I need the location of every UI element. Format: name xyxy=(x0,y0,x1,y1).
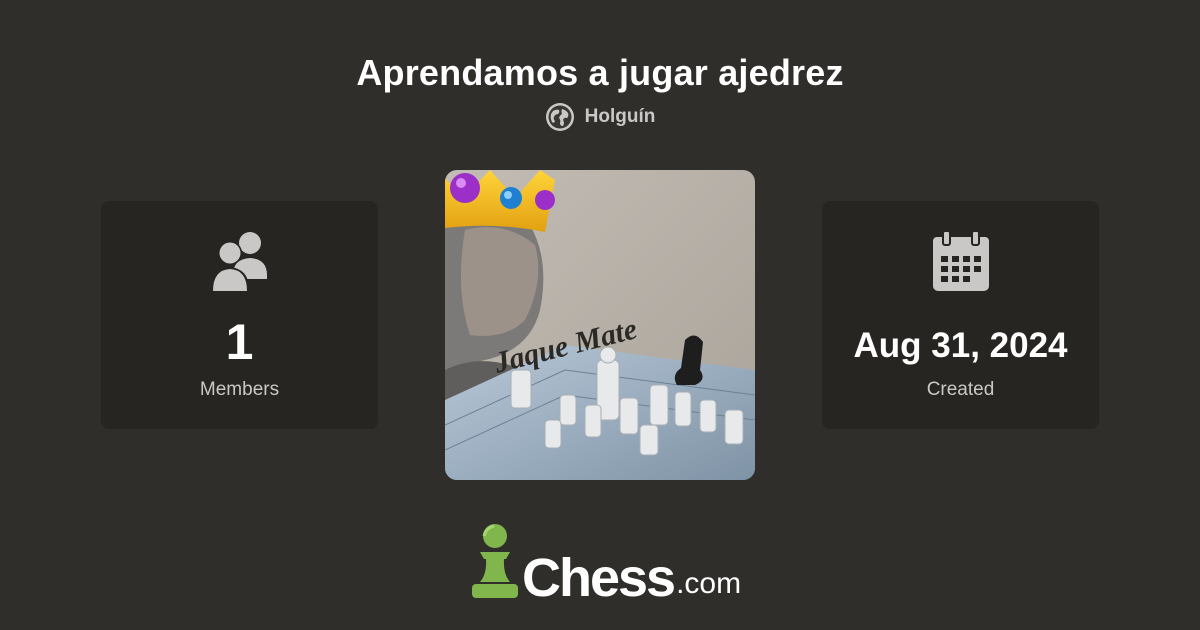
created-card: Aug 31, 2024 Created xyxy=(822,201,1099,429)
members-label: Members xyxy=(199,379,280,400)
created-label: Created xyxy=(926,379,995,400)
calendar-icon xyxy=(822,231,1099,291)
created-date: Aug 31, 2024 xyxy=(853,326,1068,365)
chess-com-logo: Chess .com xyxy=(470,522,741,605)
brand-name: Chess xyxy=(522,548,676,608)
brand-tld: .com xyxy=(676,567,742,600)
members-icon xyxy=(101,229,378,293)
club-location: Holguín xyxy=(0,102,1200,132)
pawn-icon xyxy=(470,522,520,605)
location-label: Holguín xyxy=(584,106,656,127)
club-preview-card: Aprendamos a jugar ajedrez Holguín 1 Mem… xyxy=(0,0,1200,630)
members-card: 1 Members xyxy=(101,201,378,429)
members-count: 1 xyxy=(225,314,254,370)
club-avatar: Jaque Mate xyxy=(445,170,755,480)
globe-icon xyxy=(545,102,575,132)
club-title: Aprendamos a jugar ajedrez xyxy=(356,52,844,93)
